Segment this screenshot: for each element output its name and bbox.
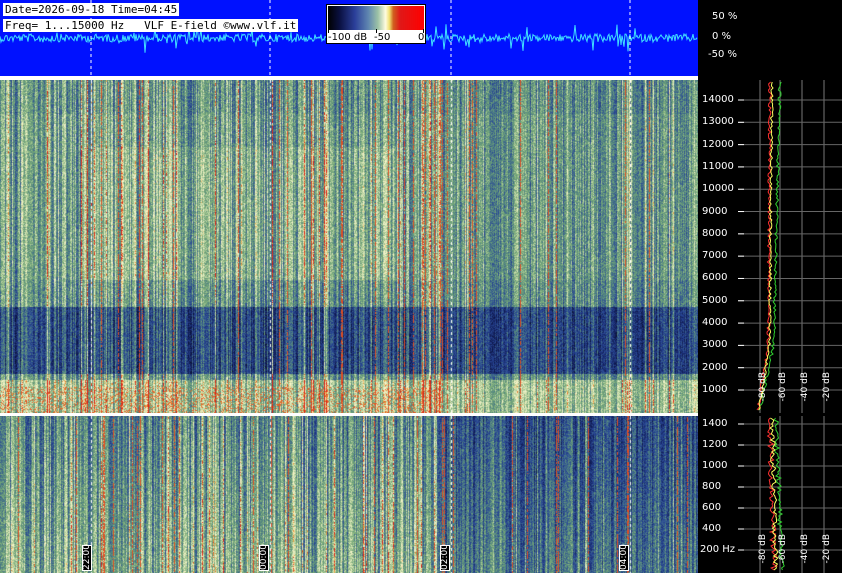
db-axis-label: -20 dB <box>822 372 832 402</box>
date-time-label: Date=2026-09-18 Time=04:45 <box>3 3 180 16</box>
color-scale-min-label: -100 dB <box>328 32 368 43</box>
freq-tick-label: 1000 <box>702 384 728 395</box>
freq-tick-label: 7000 <box>702 250 728 262</box>
freq-tick-label: 200 Hz <box>700 544 736 555</box>
freq-tick-label: 400 <box>702 523 722 534</box>
freq-tick-label: 12000 <box>702 138 734 150</box>
freq-tick-label: 4000 <box>702 317 728 329</box>
freq-tick-label: 11000 <box>702 160 734 172</box>
freq-tick-label: 9000 <box>702 205 728 217</box>
freq-tick-label: 10000 <box>702 183 734 195</box>
frequency-info-label: Freq= 1...15000 Hz VLF E-field ©www.vlf.… <box>3 19 299 32</box>
db-axis-label: -40 dB <box>800 372 810 402</box>
db-axis-label: -60 dB <box>778 372 788 402</box>
freq-tick-label: 600 <box>702 502 722 513</box>
db-axis-label: -80 dB <box>758 534 768 564</box>
color-scale-mid-label: -50 <box>374 32 391 43</box>
color-scale-legend: -100 dB -50 0 <box>326 4 426 44</box>
wave-scale-top: 50 % <box>712 11 738 22</box>
freq-tick-label: 2000 <box>702 361 728 373</box>
db-axis-label: -80 dB <box>758 372 768 402</box>
freq-tick-label: 6000 <box>702 272 728 284</box>
freq-tick-label: 1000 <box>702 460 728 471</box>
profile-red-curve <box>756 81 772 411</box>
freq-tick-label: 8000 <box>702 227 728 239</box>
frequency-axis-panel: 14000 13000 12000 11000 10000 9000 8000 7000 600… <box>698 76 842 573</box>
freq-tick-label: 3000 <box>702 339 728 351</box>
freq-tick-label: 1200 <box>702 439 728 450</box>
freq-tick-label: 14000 <box>702 94 734 105</box>
time-label-00: 00:00 <box>259 544 269 571</box>
spectrogram-low-frequency[interactable] <box>0 416 698 573</box>
color-scale-gradient <box>328 6 424 30</box>
freq-tick-label: 5000 <box>702 294 728 306</box>
db-axis-label: -60 dB <box>778 534 788 564</box>
freq-tick-label: 1400 <box>702 418 728 429</box>
db-axis-label: -40 dB <box>800 534 810 564</box>
time-label-22: 22:00 <box>82 544 92 571</box>
spectrogram-main[interactable] <box>0 80 698 413</box>
db-axis-label: -20 dB <box>822 534 832 564</box>
wave-scale-mid: 0 % <box>712 31 732 42</box>
time-label-04: 04:00 <box>619 544 629 571</box>
freq-tick-label: 13000 <box>702 116 734 128</box>
color-scale-max-label: 0 <box>418 32 425 43</box>
wave-scale-bottom: -50 % <box>708 49 738 60</box>
time-label-02: 02:00 <box>440 544 450 571</box>
freq-tick-label: 800 <box>702 481 722 492</box>
waveform-panel: Date=2026-09-18 Time=04:45 Freq= 1...150… <box>0 0 698 76</box>
